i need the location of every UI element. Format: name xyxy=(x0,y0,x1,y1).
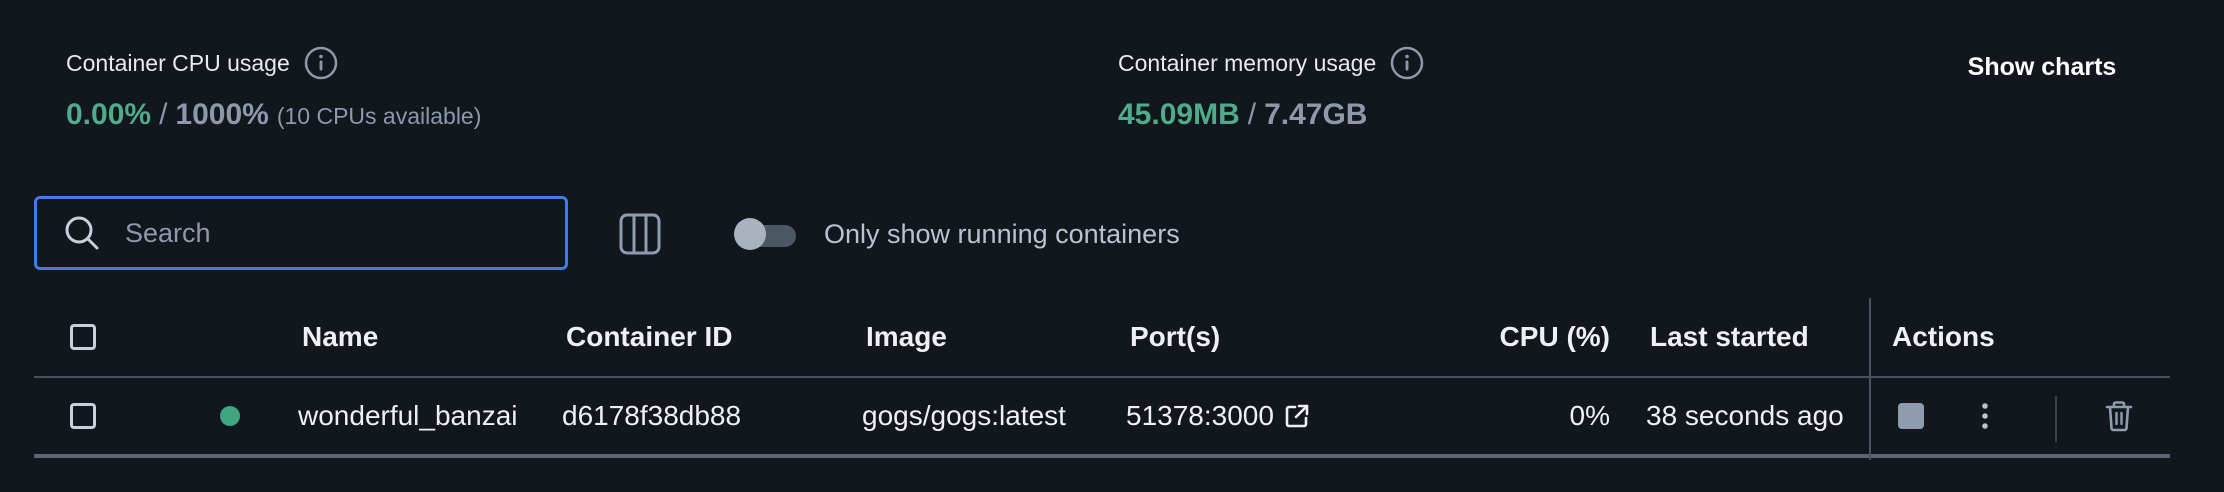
running-only-label: Only show running containers xyxy=(824,219,1180,249)
cpu-percent: 0% xyxy=(1569,400,1610,431)
column-header-container-id[interactable]: Container ID xyxy=(566,298,732,376)
containers-table: Name Container ID Image Port(s) CPU (%) … xyxy=(34,298,2170,460)
table-row[interactable]: wonderful_banzai d6178f38db88 gogs/gogs:… xyxy=(34,378,2170,458)
actions-column-divider xyxy=(1869,298,1871,460)
status-cell xyxy=(220,378,240,454)
select-all-cell xyxy=(70,298,96,376)
column-header-last-started[interactable]: Last started xyxy=(1650,298,1809,376)
container-name-link[interactable]: wonderful_banzai xyxy=(298,378,518,454)
external-link-icon xyxy=(1285,404,1309,428)
container-id: d6178f38db88 xyxy=(562,400,742,431)
running-only-toggle[interactable] xyxy=(734,218,796,250)
column-header-name[interactable]: Name xyxy=(302,298,378,376)
memory-usage-label: Container memory usage xyxy=(1118,49,1377,76)
last-started: 38 seconds ago xyxy=(1646,400,1844,431)
search-box[interactable] xyxy=(34,196,568,270)
cpu-usage-stat: Container CPU usage 0.00% / 1000% (10 CP… xyxy=(66,46,481,132)
port-cell: 51378:3000 xyxy=(1126,378,1310,454)
column-header-actions: Actions xyxy=(1892,321,1995,352)
port-mapping: 51378:3000 xyxy=(1126,400,1274,431)
cpu-total-value: 1000% xyxy=(175,98,269,131)
container-image-link[interactable]: gogs/gogs:latest xyxy=(862,378,1066,454)
cpu-separator: / xyxy=(159,98,168,131)
cpu-used-value: 0.00% xyxy=(66,98,152,131)
info-icon[interactable] xyxy=(1390,46,1424,80)
column-header-cpu[interactable]: CPU (%) xyxy=(1414,298,1610,376)
trash-icon[interactable] xyxy=(2104,400,2134,432)
cpu-usage-label: Container CPU usage xyxy=(66,49,290,76)
stop-icon[interactable] xyxy=(1898,403,1924,429)
actions-separator xyxy=(2055,396,2057,442)
more-vertical-icon[interactable] xyxy=(1978,401,1992,431)
select-all-checkbox[interactable] xyxy=(70,324,96,350)
row-checkbox[interactable] xyxy=(70,403,96,429)
info-icon[interactable] xyxy=(304,46,338,80)
status-running-dot xyxy=(220,406,240,426)
memory-total-value: 7.47GB xyxy=(1264,98,1368,131)
row-select-cell xyxy=(70,378,96,454)
port-link[interactable]: 51378:3000 xyxy=(1126,400,1310,432)
toggle-knob xyxy=(734,218,766,250)
stop-cell xyxy=(1898,378,1924,454)
memory-used-value: 45.09MB xyxy=(1118,98,1240,131)
columns-icon[interactable] xyxy=(618,212,662,256)
cpu-available-note: (10 CPUs available) xyxy=(276,103,482,129)
column-header-image[interactable]: Image xyxy=(866,298,947,376)
column-header-ports[interactable]: Port(s) xyxy=(1130,298,1220,376)
delete-cell xyxy=(2104,378,2134,454)
show-charts-button[interactable]: Show charts xyxy=(1942,46,2142,88)
table-header-row: Name Container ID Image Port(s) CPU (%) … xyxy=(34,298,2170,378)
memory-separator: / xyxy=(1247,98,1257,131)
more-cell xyxy=(1978,378,1992,454)
search-input[interactable] xyxy=(125,213,525,253)
search-icon xyxy=(65,216,99,250)
memory-usage-stat: Container memory usage 45.09MB / 7.47GB xyxy=(1118,46,1424,132)
